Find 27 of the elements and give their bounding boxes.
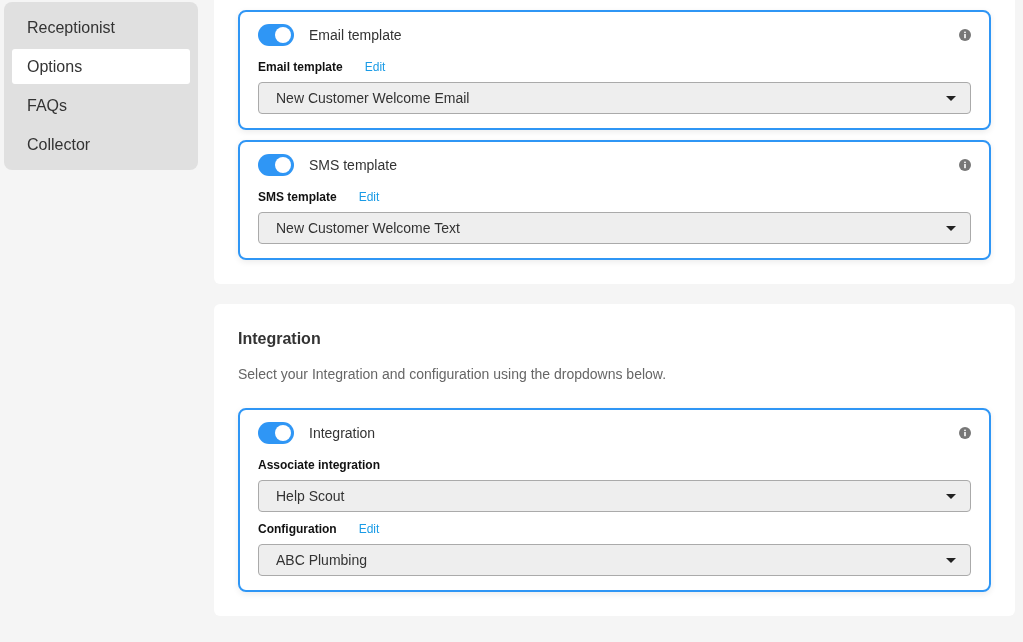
- field-label: SMS template: [258, 190, 337, 204]
- caret-icon: [946, 95, 956, 101]
- toggle-switch[interactable]: [258, 422, 294, 444]
- sidebar-item[interactable]: Collector: [12, 127, 190, 162]
- dropdown[interactable]: Help Scout: [258, 480, 971, 512]
- toggle-switch[interactable]: [258, 24, 294, 46]
- dropdown[interactable]: New Customer Welcome Email: [258, 82, 971, 114]
- info-icon[interactable]: [959, 159, 971, 171]
- caret-icon: [946, 225, 956, 231]
- sidebar-item[interactable]: Options: [12, 49, 190, 84]
- section-description: Select your Integration and configuration using the dropdowns below.: [238, 366, 668, 382]
- field-label: Associate integration: [258, 458, 381, 472]
- info-icon[interactable]: [959, 29, 971, 41]
- section-title: Integration: [238, 330, 322, 348]
- sidebar-item[interactable]: FAQs: [12, 88, 190, 123]
- toggle-switch[interactable]: [258, 154, 294, 176]
- field-label: Configuration: [258, 522, 337, 536]
- field-label: Email template: [258, 60, 343, 74]
- card-title: SMS template: [309, 157, 398, 173]
- card-title: Integration: [309, 425, 377, 441]
- caret-icon: [946, 493, 956, 499]
- card-title: Email template: [309, 27, 403, 43]
- info-icon[interactable]: [959, 427, 971, 439]
- sidebar-item[interactable]: Receptionist: [12, 10, 190, 45]
- dropdown[interactable]: ABC Plumbing: [258, 544, 971, 576]
- dropdown[interactable]: New Customer Welcome Text: [258, 212, 971, 244]
- caret-icon: [946, 557, 956, 563]
